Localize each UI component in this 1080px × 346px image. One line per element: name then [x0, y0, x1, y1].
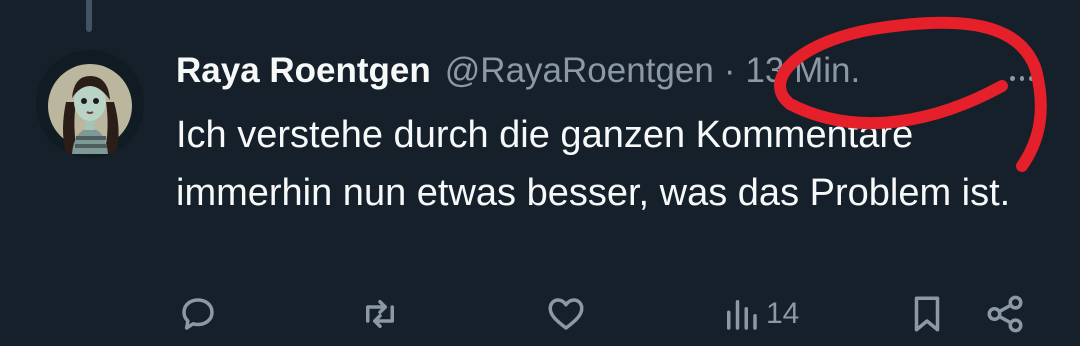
bookmark-button[interactable] — [906, 288, 948, 340]
thread-connector-line — [86, 0, 92, 32]
more-options-icon[interactable] — [1010, 66, 1035, 90]
tweet-header: Raya Roentgen @RayaRoentgen · 13 Min. — [176, 48, 860, 94]
reply-button[interactable] — [177, 288, 219, 340]
share-button[interactable] — [984, 288, 1026, 340]
heart-icon — [548, 298, 584, 330]
views-count: 14 — [766, 297, 800, 330]
avatar-image — [36, 50, 144, 158]
timestamp[interactable]: 13 Min. — [745, 51, 860, 91]
reply-icon — [182, 298, 214, 330]
like-button[interactable] — [545, 288, 587, 340]
bookmark-icon — [914, 296, 940, 332]
separator-dot: · — [723, 51, 736, 90]
retweet-button[interactable] — [359, 288, 401, 340]
tweet-actions-bar: 14 — [0, 288, 1080, 340]
share-icon — [987, 295, 1023, 333]
retweet-icon — [366, 300, 394, 328]
author-handle[interactable]: @RayaRoentgen — [445, 51, 714, 91]
avatar[interactable] — [36, 50, 144, 158]
tweet-text: Ich verstehe durch die ganzen Kommentare… — [176, 114, 1011, 214]
views-button[interactable]: 14 — [720, 288, 799, 340]
views-icon — [727, 300, 757, 330]
author-name[interactable]: Raya Roentgen — [176, 51, 431, 91]
